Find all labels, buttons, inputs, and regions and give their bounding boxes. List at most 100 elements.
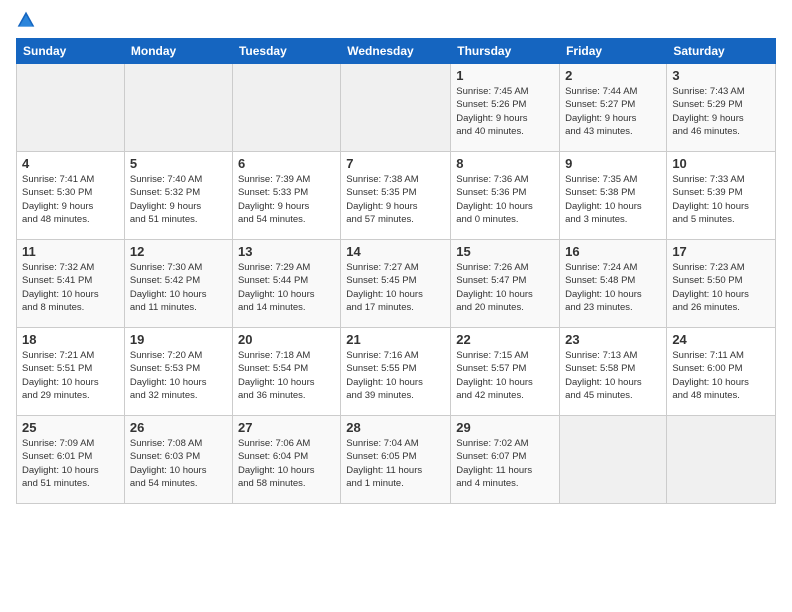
day-info: Sunrise: 7:18 AMSunset: 5:54 PMDaylight:… <box>238 349 335 402</box>
day-number: 10 <box>672 156 770 171</box>
calendar-cell: 1 Sunrise: 7:45 AMSunset: 5:26 PMDaylight… <box>451 64 560 152</box>
day-number: 5 <box>130 156 227 171</box>
calendar-cell: 12 Sunrise: 7:30 AMSunset: 5:42 PMDayligh… <box>124 240 232 328</box>
calendar-cell: 2 Sunrise: 7:44 AMSunset: 5:27 PMDaylight… <box>560 64 667 152</box>
logo <box>16 10 40 30</box>
day-info: Sunrise: 7:02 AMSunset: 6:07 PMDaylight:… <box>456 437 554 490</box>
day-header-friday: Friday <box>560 39 667 64</box>
calendar-cell <box>341 64 451 152</box>
calendar-cell: 14 Sunrise: 7:27 AMSunset: 5:45 PMDayligh… <box>341 240 451 328</box>
day-number: 14 <box>346 244 445 259</box>
calendar-cell: 20 Sunrise: 7:18 AMSunset: 5:54 PMDayligh… <box>232 328 340 416</box>
day-number: 6 <box>238 156 335 171</box>
day-info: Sunrise: 7:16 AMSunset: 5:55 PMDaylight:… <box>346 349 445 402</box>
day-info: Sunrise: 7:41 AMSunset: 5:30 PMDaylight:… <box>22 173 119 226</box>
calendar-cell <box>667 416 776 504</box>
calendar-cell: 8 Sunrise: 7:36 AMSunset: 5:36 PMDaylight… <box>451 152 560 240</box>
day-info: Sunrise: 7:32 AMSunset: 5:41 PMDaylight:… <box>22 261 119 314</box>
day-number: 20 <box>238 332 335 347</box>
day-number: 18 <box>22 332 119 347</box>
day-number: 21 <box>346 332 445 347</box>
day-number: 11 <box>22 244 119 259</box>
day-info: Sunrise: 7:21 AMSunset: 5:51 PMDaylight:… <box>22 349 119 402</box>
day-number: 27 <box>238 420 335 435</box>
day-info: Sunrise: 7:45 AMSunset: 5:26 PMDaylight:… <box>456 85 554 138</box>
calendar-cell: 24Sunrise: 7:11 AMSunset: 6:00 PMDayligh… <box>667 328 776 416</box>
calendar-cell <box>560 416 667 504</box>
week-row-1: 4Sunrise: 7:41 AMSunset: 5:30 PMDaylight… <box>17 152 776 240</box>
day-number: 1 <box>456 68 554 83</box>
calendar-cell: 16 Sunrise: 7:24 AMSunset: 5:48 PMDayligh… <box>560 240 667 328</box>
day-info: Sunrise: 7:38 AMSunset: 5:35 PMDaylight:… <box>346 173 445 226</box>
day-number: 28 <box>346 420 445 435</box>
day-info: Sunrise: 7:24 AMSunset: 5:48 PMDaylight:… <box>565 261 661 314</box>
calendar-cell: 17Sunrise: 7:23 AMSunset: 5:50 PMDayligh… <box>667 240 776 328</box>
day-number: 3 <box>672 68 770 83</box>
day-info: Sunrise: 7:06 AMSunset: 6:04 PMDaylight:… <box>238 437 335 490</box>
calendar-cell: 3 Sunrise: 7:43 AMSunset: 5:29 PMDaylight… <box>667 64 776 152</box>
day-info: Sunrise: 7:11 AMSunset: 6:00 PMDaylight:… <box>672 349 770 402</box>
calendar-cell: 19 Sunrise: 7:20 AMSunset: 5:53 PMDayligh… <box>124 328 232 416</box>
day-number: 2 <box>565 68 661 83</box>
page: SundayMondayTuesdayWednesdayThursdayFrid… <box>0 0 792 514</box>
calendar-cell: 5 Sunrise: 7:40 AMSunset: 5:32 PMDaylight… <box>124 152 232 240</box>
day-info: Sunrise: 7:13 AMSunset: 5:58 PMDaylight:… <box>565 349 661 402</box>
day-info: Sunrise: 7:33 AMSunset: 5:39 PMDaylight:… <box>672 173 770 226</box>
day-header-tuesday: Tuesday <box>232 39 340 64</box>
calendar-cell: 10 Sunrise: 7:33 AMSunset: 5:39 PMDayligh… <box>667 152 776 240</box>
calendar-cell: 22 Sunrise: 7:15 AMSunset: 5:57 PMDayligh… <box>451 328 560 416</box>
calendar: SundayMondayTuesdayWednesdayThursdayFrid… <box>16 38 776 504</box>
day-info: Sunrise: 7:27 AMSunset: 5:45 PMDaylight:… <box>346 261 445 314</box>
calendar-cell: 15Sunrise: 7:26 AMSunset: 5:47 PMDayligh… <box>451 240 560 328</box>
day-header-wednesday: Wednesday <box>341 39 451 64</box>
logo-icon <box>16 10 36 30</box>
day-info: Sunrise: 7:26 AMSunset: 5:47 PMDaylight:… <box>456 261 554 314</box>
calendar-header: SundayMondayTuesdayWednesdayThursdayFrid… <box>17 39 776 64</box>
calendar-cell: 26 Sunrise: 7:08 AMSunset: 6:03 PMDayligh… <box>124 416 232 504</box>
day-info: Sunrise: 7:09 AMSunset: 6:01 PMDaylight:… <box>22 437 119 490</box>
day-info: Sunrise: 7:20 AMSunset: 5:53 PMDaylight:… <box>130 349 227 402</box>
calendar-cell: 29Sunrise: 7:02 AMSunset: 6:07 PMDayligh… <box>451 416 560 504</box>
day-number: 8 <box>456 156 554 171</box>
calendar-cell <box>124 64 232 152</box>
calendar-cell <box>17 64 125 152</box>
day-info: Sunrise: 7:23 AMSunset: 5:50 PMDaylight:… <box>672 261 770 314</box>
day-number: 12 <box>130 244 227 259</box>
day-info: Sunrise: 7:08 AMSunset: 6:03 PMDaylight:… <box>130 437 227 490</box>
day-number: 7 <box>346 156 445 171</box>
day-info: Sunrise: 7:40 AMSunset: 5:32 PMDaylight:… <box>130 173 227 226</box>
day-header-thursday: Thursday <box>451 39 560 64</box>
day-number: 19 <box>130 332 227 347</box>
calendar-cell: 9 Sunrise: 7:35 AMSunset: 5:38 PMDaylight… <box>560 152 667 240</box>
day-header-saturday: Saturday <box>667 39 776 64</box>
day-number: 16 <box>565 244 661 259</box>
calendar-cell: 25 Sunrise: 7:09 AMSunset: 6:01 PMDayligh… <box>17 416 125 504</box>
calendar-cell: 23 Sunrise: 7:13 AMSunset: 5:58 PMDayligh… <box>560 328 667 416</box>
day-info: Sunrise: 7:15 AMSunset: 5:57 PMDaylight:… <box>456 349 554 402</box>
week-row-3: 18 Sunrise: 7:21 AMSunset: 5:51 PMDayligh… <box>17 328 776 416</box>
calendar-cell: 28 Sunrise: 7:04 AMSunset: 6:05 PMDayligh… <box>341 416 451 504</box>
day-info: Sunrise: 7:44 AMSunset: 5:27 PMDaylight:… <box>565 85 661 138</box>
day-number: 25 <box>22 420 119 435</box>
day-number: 13 <box>238 244 335 259</box>
day-info: Sunrise: 7:43 AMSunset: 5:29 PMDaylight:… <box>672 85 770 138</box>
calendar-cell: 7 Sunrise: 7:38 AMSunset: 5:35 PMDaylight… <box>341 152 451 240</box>
day-number: 26 <box>130 420 227 435</box>
day-info: Sunrise: 7:36 AMSunset: 5:36 PMDaylight:… <box>456 173 554 226</box>
day-info: Sunrise: 7:30 AMSunset: 5:42 PMDaylight:… <box>130 261 227 314</box>
calendar-cell <box>232 64 340 152</box>
calendar-cell: 13 Sunrise: 7:29 AMSunset: 5:44 PMDayligh… <box>232 240 340 328</box>
day-header-sunday: Sunday <box>17 39 125 64</box>
day-info: Sunrise: 7:29 AMSunset: 5:44 PMDaylight:… <box>238 261 335 314</box>
week-row-0: 1 Sunrise: 7:45 AMSunset: 5:26 PMDaylight… <box>17 64 776 152</box>
header <box>16 10 776 30</box>
day-info: Sunrise: 7:39 AMSunset: 5:33 PMDaylight:… <box>238 173 335 226</box>
calendar-cell: 21 Sunrise: 7:16 AMSunset: 5:55 PMDayligh… <box>341 328 451 416</box>
day-number: 22 <box>456 332 554 347</box>
day-info: Sunrise: 7:04 AMSunset: 6:05 PMDaylight:… <box>346 437 445 490</box>
day-number: 23 <box>565 332 661 347</box>
day-info: Sunrise: 7:35 AMSunset: 5:38 PMDaylight:… <box>565 173 661 226</box>
day-number: 9 <box>565 156 661 171</box>
header-row: SundayMondayTuesdayWednesdayThursdayFrid… <box>17 39 776 64</box>
calendar-cell: 6 Sunrise: 7:39 AMSunset: 5:33 PMDaylight… <box>232 152 340 240</box>
